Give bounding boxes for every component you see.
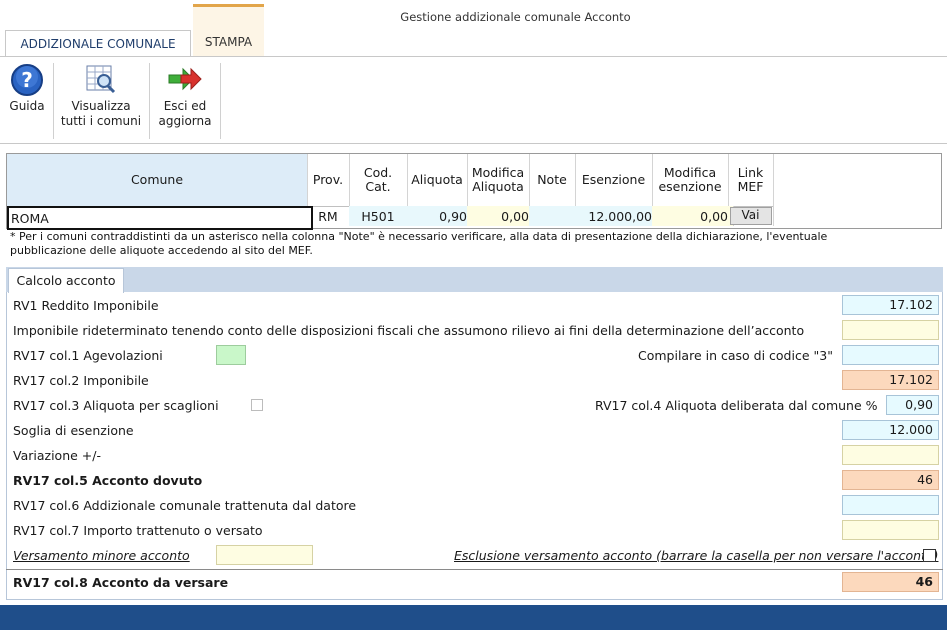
visualizza-label-1: Visualizza bbox=[71, 99, 131, 113]
header-link-mef: Link MEF bbox=[728, 154, 774, 207]
codice3-field[interactable] bbox=[842, 345, 939, 365]
col2-imponibile-field: 17.102 bbox=[842, 370, 939, 390]
cell-modifica-aliquota[interactable]: 0,00 bbox=[467, 206, 535, 226]
col3-scaglioni-checkbox[interactable] bbox=[251, 399, 263, 411]
calcolo-acconto-panel: Calcolo acconto RV1 Reddito Imponibile 1… bbox=[6, 267, 943, 600]
panel-tab-strip bbox=[6, 267, 943, 292]
visualizza-comuni-button[interactable]: Visualizza tutti i comuni bbox=[58, 63, 144, 129]
status-bar bbox=[0, 605, 947, 630]
tab-stampa-label: STAMPA bbox=[204, 35, 253, 49]
header-prov: Prov. bbox=[307, 154, 350, 207]
soglia-label: Soglia di esenzione bbox=[13, 423, 134, 438]
header-modifica-aliquota: Modifica Aliquota bbox=[467, 154, 530, 207]
header-modifica-esenzione: Modifica esenzione bbox=[652, 154, 729, 207]
esci-label-1: Esci ed bbox=[163, 99, 207, 113]
tab-addizionale-comunale[interactable]: ADDIZIONALE COMUNALE bbox=[5, 30, 191, 57]
col6-label: RV17 col.6 Addizionale comunale trattenu… bbox=[13, 498, 357, 513]
col7-label: RV17 col.7 Importo trattenuto o versato bbox=[13, 523, 263, 538]
versamento-minore-link[interactable]: Versamento minore acconto bbox=[13, 548, 190, 563]
col2-label: RV17 col.2 Imponibile bbox=[13, 373, 149, 388]
cell-modifica-esenzione[interactable]: 0,00 bbox=[652, 206, 734, 226]
toolbar-separator bbox=[53, 63, 54, 139]
window-title: Gestione addizionale comunale Acconto bbox=[400, 10, 631, 24]
col3-label: RV17 col.3 Aliquota per scaglioni bbox=[13, 398, 219, 413]
esci-aggiorna-button[interactable]: Esci ed aggiorna bbox=[152, 63, 218, 129]
vai-button[interactable]: Vai bbox=[729, 207, 772, 225]
header-esenzione: Esenzione bbox=[575, 154, 653, 207]
tab-stampa[interactable]: STAMPA bbox=[193, 7, 264, 56]
variazione-field[interactable] bbox=[842, 445, 939, 465]
codice3-label: Compilare in caso di codice "3" bbox=[638, 348, 833, 363]
col8-label: RV17 col.8 Acconto da versare bbox=[13, 575, 229, 590]
cell-aliquota: 0,90 bbox=[407, 206, 473, 226]
toolbar-separator bbox=[149, 63, 150, 139]
col6-trattenuta-field[interactable] bbox=[842, 495, 939, 515]
col4-label: RV17 col.4 Aliquota deliberata dal comun… bbox=[595, 398, 878, 413]
esclusione-link[interactable]: Esclusione versamento acconto (barrare l… bbox=[454, 548, 938, 563]
tab-calcolo-acconto[interactable]: Calcolo acconto bbox=[8, 268, 124, 293]
tab-calcolo-acconto-label: Calcolo acconto bbox=[16, 273, 116, 288]
col8-acconto-versare-field: 46 bbox=[842, 572, 939, 592]
header-aliquota: Aliquota bbox=[407, 154, 468, 207]
mef-note: * Per i comuni contraddistinti da un ast… bbox=[10, 230, 930, 258]
imponibile-rideterminato-label: Imponibile rideterminato tenendo conto d… bbox=[13, 323, 805, 338]
comuni-grid: Comune Prov. Cod. Cat. Aliquota Modifica A… bbox=[6, 153, 942, 230]
col4-aliquota-field[interactable]: 0,90 bbox=[886, 395, 939, 415]
col7-importo-field[interactable] bbox=[842, 520, 939, 540]
mef-note-line1: * Per i comuni contraddistinti da un ast… bbox=[10, 230, 828, 243]
col1-label: RV17 col.1 Agevolazioni bbox=[13, 348, 163, 363]
header-cod-cat: Cod. Cat. bbox=[349, 154, 408, 207]
cell-esenzione: 12.000,00 bbox=[575, 206, 658, 226]
visualizza-label-2: tutti i comuni bbox=[60, 114, 142, 128]
guida-label: Guida bbox=[9, 99, 45, 113]
imponibile-rideterminato-field[interactable] bbox=[842, 320, 939, 340]
versamento-minore-field[interactable] bbox=[216, 545, 313, 565]
cell-link-mef: Vai bbox=[728, 206, 774, 226]
soglia-esenzione-field[interactable]: 12.000 bbox=[842, 420, 939, 440]
exit-arrow-icon bbox=[168, 67, 202, 91]
variazione-label: Variazione +/- bbox=[13, 448, 101, 463]
table-search-icon bbox=[86, 65, 116, 94]
rv1-label: RV1 Reddito Imponibile bbox=[13, 298, 159, 313]
cell-comune[interactable]: ROMA bbox=[7, 206, 313, 230]
header-note: Note bbox=[529, 154, 576, 207]
rv1-field[interactable]: 17.102 bbox=[842, 295, 939, 315]
mef-note-line2: pubblicazione delle aliquote accedendo a… bbox=[10, 244, 313, 257]
tab-addizionale-comunale-label: ADDIZIONALE COMUNALE bbox=[20, 37, 176, 51]
toolbar-separator bbox=[220, 63, 221, 139]
col1-agevolazioni-field[interactable] bbox=[216, 345, 246, 365]
cell-cod-cat: H501 bbox=[349, 206, 408, 226]
cell-prov: RM bbox=[307, 206, 350, 226]
svg-text:?: ? bbox=[21, 68, 33, 92]
col5-acconto-dovuto-field: 46 bbox=[842, 470, 939, 490]
esclusione-checkbox[interactable] bbox=[923, 549, 936, 562]
ribbon-toolbar: ? Guida Visualizza tutti i comuni Esci e… bbox=[0, 56, 947, 144]
cell-note bbox=[529, 206, 576, 226]
help-icon: ? bbox=[11, 64, 43, 96]
header-comune: Comune bbox=[7, 154, 308, 207]
esci-label-2: aggiorna bbox=[158, 114, 212, 128]
col5-label: RV17 col.5 Acconto dovuto bbox=[13, 473, 203, 488]
guida-button[interactable]: ? Guida bbox=[4, 63, 50, 114]
